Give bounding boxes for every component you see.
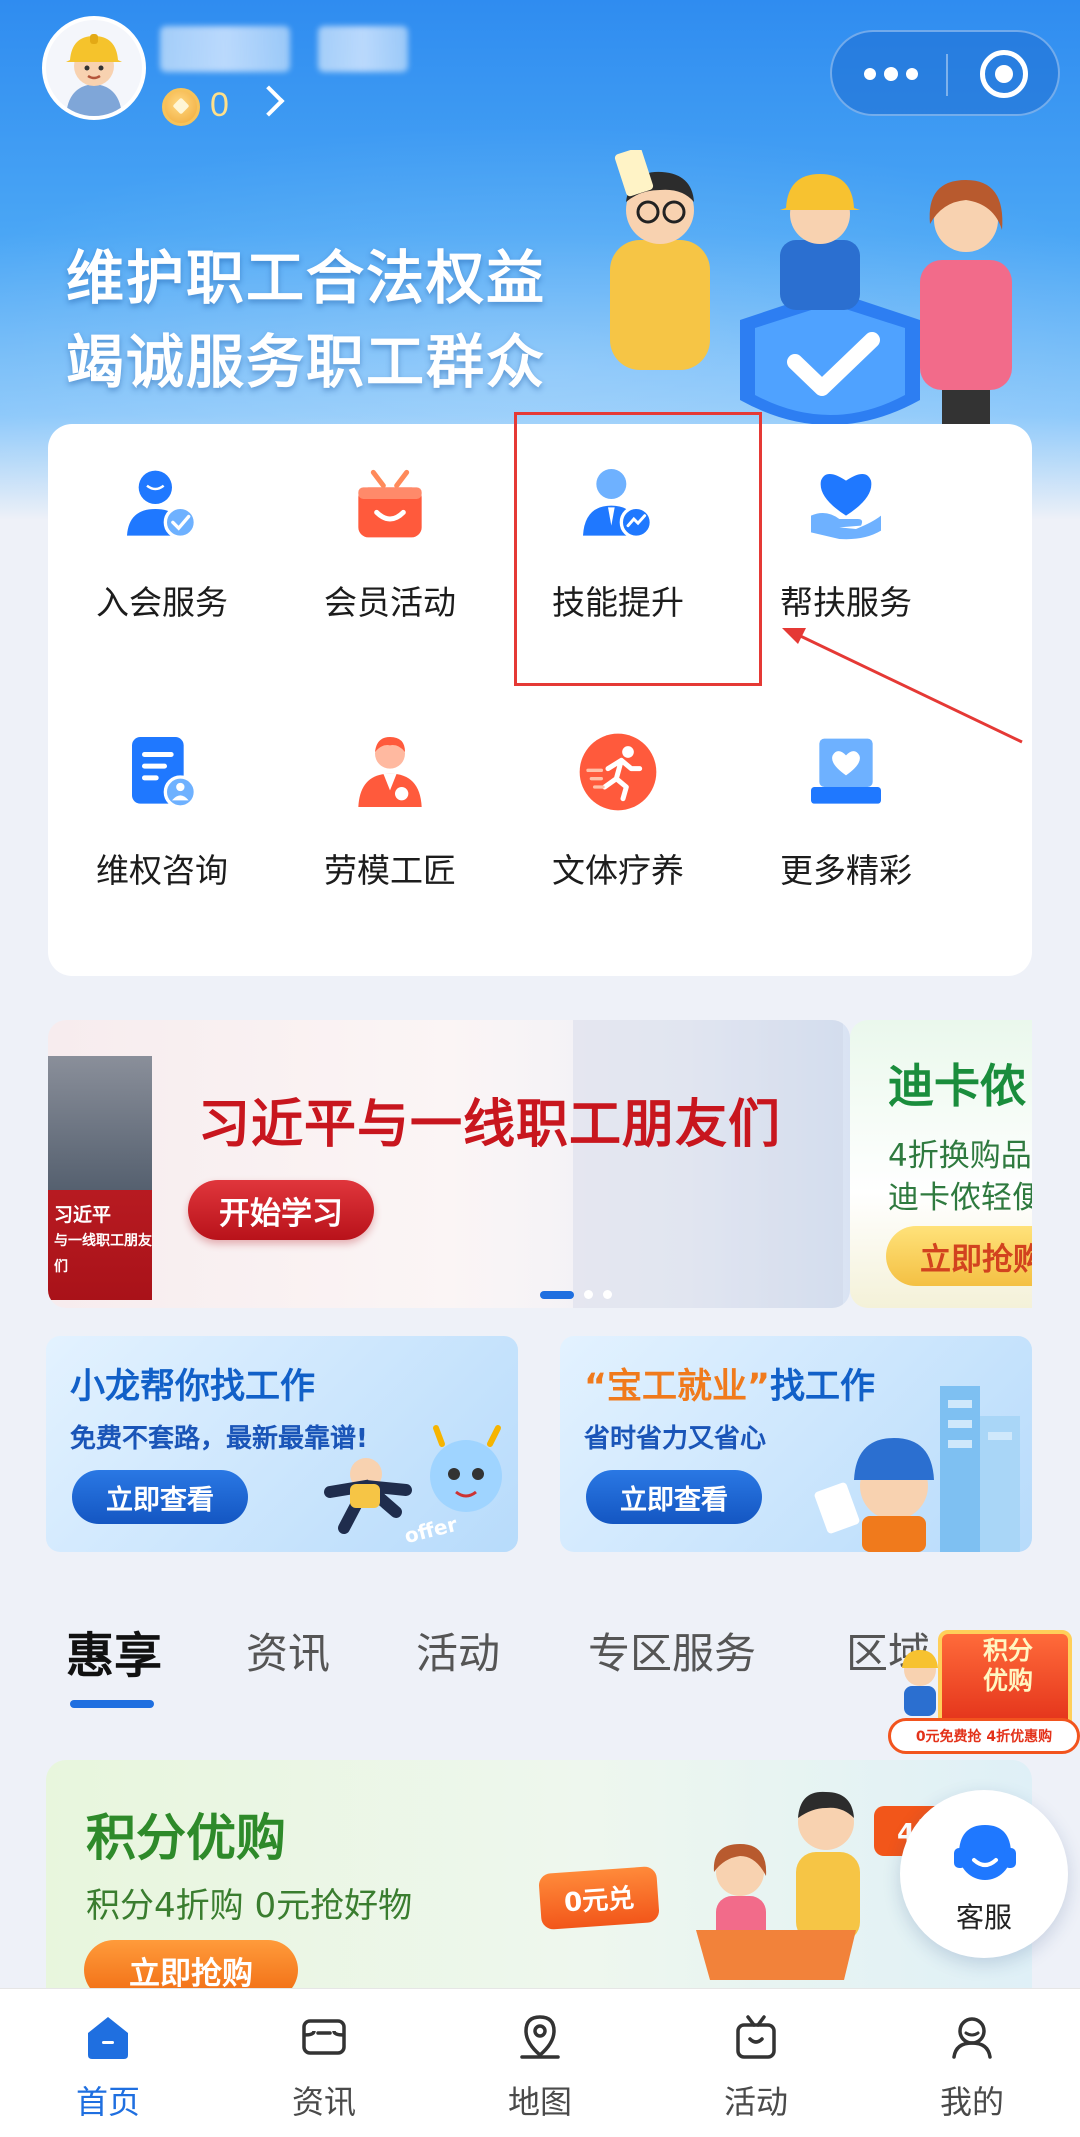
carousel-banner-study[interactable]: 习近平 与一线职工朋友们 习近平与一线职工朋友们 开始学习	[48, 1020, 850, 1308]
blurred-username-extra	[318, 26, 408, 72]
points-badge-title: 积分 优购	[958, 1636, 1058, 1696]
tab-zone-services[interactable]: 专区服务	[588, 1620, 756, 1681]
book-title-line-1: 习近平	[54, 1204, 112, 1226]
headset-icon	[954, 1824, 1016, 1880]
more-laptop-icon	[811, 738, 881, 804]
service-label: 文体疗养	[552, 851, 684, 890]
tab-news[interactable]: 资讯	[246, 1620, 330, 1681]
hero-illustration	[610, 150, 1012, 430]
start-learning-button[interactable]: 开始学习	[188, 1180, 374, 1240]
service-join-union[interactable]: 入会服务	[48, 424, 276, 624]
hero-slogan: 维护职工合法权益 竭诚服务职工群众	[66, 236, 546, 404]
nav-label: 首页	[75, 2083, 140, 2121]
pager-dot	[584, 1290, 593, 1299]
book-photo-image	[48, 1056, 152, 1190]
job-card-xiaolong[interactable]: 小龙帮你找工作 免费不套路，最新最靠谱! 立即查看 offer	[46, 1336, 518, 1552]
nav-home[interactable]: 首页	[0, 1989, 216, 2137]
gift-bag-icon	[358, 469, 422, 538]
nav-label: 活动	[723, 2083, 788, 2121]
miniapp-capsule	[830, 30, 1060, 116]
points-badge-strip: 0元免费抢 4折优惠购	[888, 1718, 1080, 1754]
service-member-activity[interactable]: 会员活动	[276, 424, 504, 624]
points-badge-line-2: 优购	[982, 1666, 1033, 1695]
service-label: 维权咨询	[96, 851, 228, 890]
points-coin-icon	[162, 88, 200, 126]
shoppers-illustration	[696, 1791, 860, 1980]
pager-dot	[603, 1290, 612, 1299]
nav-map[interactable]: 地图	[432, 1989, 648, 2137]
slogan-line-2: 竭诚服务职工群众	[66, 328, 547, 396]
service-label: 帮扶服务	[780, 583, 912, 622]
promo-subtitle: 积分4折购 0元抢好物	[86, 1886, 413, 1926]
service-model-workers[interactable]: 劳模工匠	[276, 692, 504, 892]
active-tab-indicator	[70, 1700, 154, 1708]
tab-activities[interactable]: 活动	[416, 1620, 500, 1681]
service-culture-sports[interactable]: 文体疗养	[504, 692, 732, 892]
buy-now-button[interactable]: 立即抢购	[886, 1226, 1032, 1286]
job-card-baogong[interactable]: “宝工就业”找工作 省时省力又省心 立即查看	[560, 1336, 1032, 1552]
bottom-navigation: 首页 资讯 地图 活动 我的	[0, 1988, 1080, 2137]
floating-points-shop-badge[interactable]: 积分 优购 0元免费抢 4折优惠购	[878, 1610, 1080, 1780]
dragon-runner-illustration	[324, 1425, 502, 1534]
peek-line-1: 4折换购品	[888, 1138, 1032, 1174]
avatar[interactable]	[42, 16, 146, 120]
service-assistance[interactable]: 帮扶服务	[732, 424, 960, 624]
banner-title: 习近平与一线职工朋友们	[198, 1094, 782, 1155]
worker-avatar-icon	[46, 20, 142, 116]
blurred-username	[160, 26, 290, 72]
service-label: 入会服务	[96, 583, 228, 622]
nav-label: 地图	[507, 2083, 572, 2121]
service-rights-consult[interactable]: 维权咨询	[48, 692, 276, 892]
model-worker-icon	[358, 737, 422, 807]
consult-document-icon	[132, 737, 197, 809]
slogan-line-1: 维护职工合法权益	[66, 244, 547, 312]
helping-hand-heart-icon	[811, 474, 881, 540]
job-card-subtitle: 省时省力又省心	[584, 1424, 767, 1454]
carousel-pager	[540, 1290, 612, 1299]
pager-dot-active	[540, 1290, 574, 1299]
map-pin-icon	[520, 2015, 560, 2059]
points-badge-line-1: 积分	[982, 1636, 1033, 1665]
nav-label: 我的	[939, 2083, 1004, 2121]
zero-yuan-tag: 0元兑	[538, 1865, 660, 1931]
nav-activities[interactable]: 活动	[648, 1989, 864, 2137]
service-more[interactable]: 更多精彩	[732, 692, 960, 892]
tab-huixiang[interactable]: 惠享	[66, 1616, 162, 1686]
job-card-title: 小龙帮你找工作	[70, 1367, 316, 1407]
service-label: 更多精彩	[780, 851, 912, 890]
nav-profile[interactable]: 我的	[864, 1989, 1080, 2137]
worker-mascot-icon	[902, 1650, 938, 1716]
points-count: 0	[210, 86, 229, 124]
chevron-right-icon[interactable]	[253, 85, 285, 117]
promo-title: 积分优购	[86, 1809, 286, 1867]
service-label: 会员活动	[324, 583, 456, 622]
news-icon	[302, 2019, 346, 2055]
peek-title: 迪卡侬	[888, 1059, 1026, 1113]
customer-service-label: 客服	[955, 1901, 1012, 1934]
view-now-button[interactable]: 立即查看	[72, 1470, 248, 1524]
customer-service-button[interactable]: 客服	[900, 1790, 1068, 1958]
profile-icon	[952, 2017, 992, 2059]
running-man-icon	[579, 733, 657, 811]
peek-line-2: 迪卡侬轻便	[888, 1180, 1032, 1216]
content-tabs: 惠享 资讯 活动 专区服务 区域	[66, 1620, 966, 1710]
activity-bag-icon	[736, 2015, 776, 2059]
capsule-divider	[946, 54, 948, 96]
carousel-banner-decathlon[interactable]: 迪卡侬 4折换购品 迪卡侬轻便 立即抢购	[850, 1020, 1032, 1308]
highlight-annotation-box	[514, 412, 762, 686]
grab-now-button[interactable]: 立即抢购	[84, 1940, 298, 1990]
nav-news[interactable]: 资讯	[216, 1989, 432, 2137]
job-card-title-quoted: “宝工就业”	[584, 1367, 771, 1407]
view-now-button[interactable]: 立即查看	[586, 1470, 762, 1524]
more-dots-icon[interactable]	[864, 67, 918, 81]
close-target-icon[interactable]	[980, 50, 1028, 98]
home-icon	[88, 2017, 128, 2059]
book-title-line-2: 与一线职工朋友们	[54, 1233, 152, 1275]
service-label: 劳模工匠	[324, 851, 456, 890]
nav-label: 资讯	[291, 2083, 356, 2121]
points-shop-promo[interactable]: 积分优购 积分4折购 0元抢好物 立即抢购 0元兑 4折	[46, 1760, 1032, 1990]
join-union-icon	[127, 470, 197, 539]
banner-background-image	[573, 1020, 843, 1308]
worker-buildings-illustration	[814, 1386, 1020, 1552]
